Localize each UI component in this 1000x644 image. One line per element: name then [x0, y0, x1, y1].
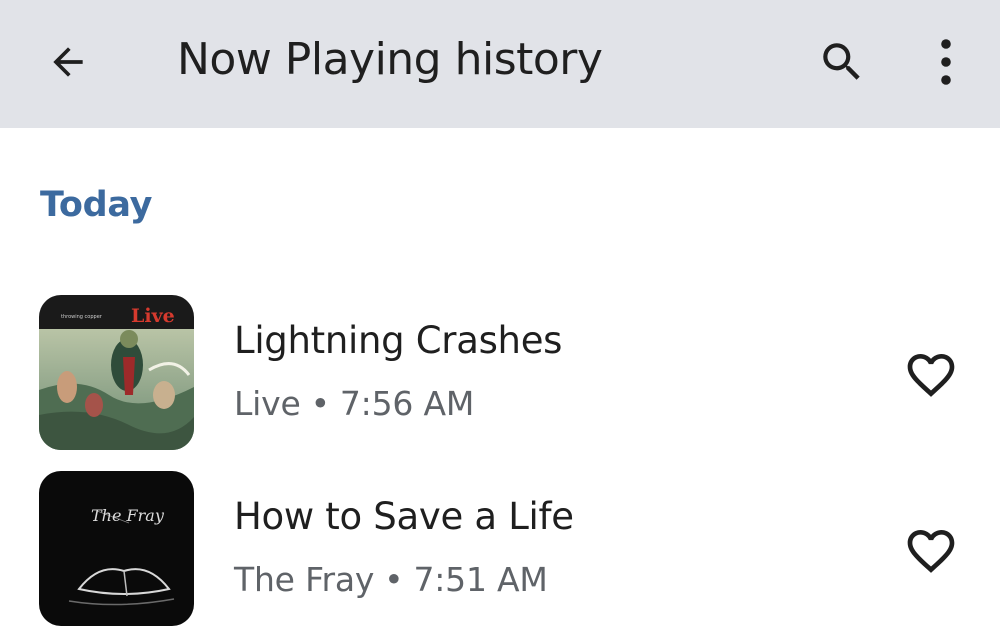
album-art: The Fray — [39, 471, 194, 626]
album-art-logo: Live — [131, 305, 175, 327]
song-subtitle: The Fray • 7:51 AM — [234, 559, 548, 601]
separator-dot: • — [384, 560, 404, 599]
search-icon — [823, 43, 860, 80]
history-list-item[interactable]: The Fray How to Save a Life The Fray • 7:5… — [0, 468, 1000, 644]
album-art: Live throwing copper — [39, 295, 194, 450]
more-options-button[interactable] — [922, 36, 970, 88]
song-title: Lightning Crashes — [234, 319, 563, 362]
heart-outline-icon — [907, 530, 955, 573]
song-title: How to Save a Life — [234, 495, 574, 538]
favorite-button[interactable] — [902, 522, 960, 580]
arrow-back-icon — [53, 47, 83, 77]
page-title: Now Playing history — [177, 34, 603, 85]
play-time: 7:51 AM — [413, 560, 548, 599]
top-app-bar: Now Playing history — [0, 0, 1000, 128]
back-button[interactable] — [44, 38, 92, 86]
artist-name: Live — [234, 384, 301, 423]
heart-outline-icon — [907, 354, 955, 397]
song-subtitle: Live • 7:56 AM — [234, 383, 474, 425]
section-header-today: Today — [40, 185, 153, 225]
search-button[interactable] — [816, 36, 868, 88]
more-vert-icon — [941, 39, 951, 85]
history-list-item[interactable]: Live throwing copper Lightning Crashes L… — [0, 292, 1000, 468]
favorite-button[interactable] — [902, 346, 960, 404]
play-time: 7:56 AM — [339, 384, 475, 423]
album-art-caption: throwing copper — [61, 314, 103, 320]
artist-name: The Fray — [234, 560, 375, 599]
album-art-logo: The Fray — [91, 506, 165, 525]
separator-dot: • — [310, 384, 330, 423]
